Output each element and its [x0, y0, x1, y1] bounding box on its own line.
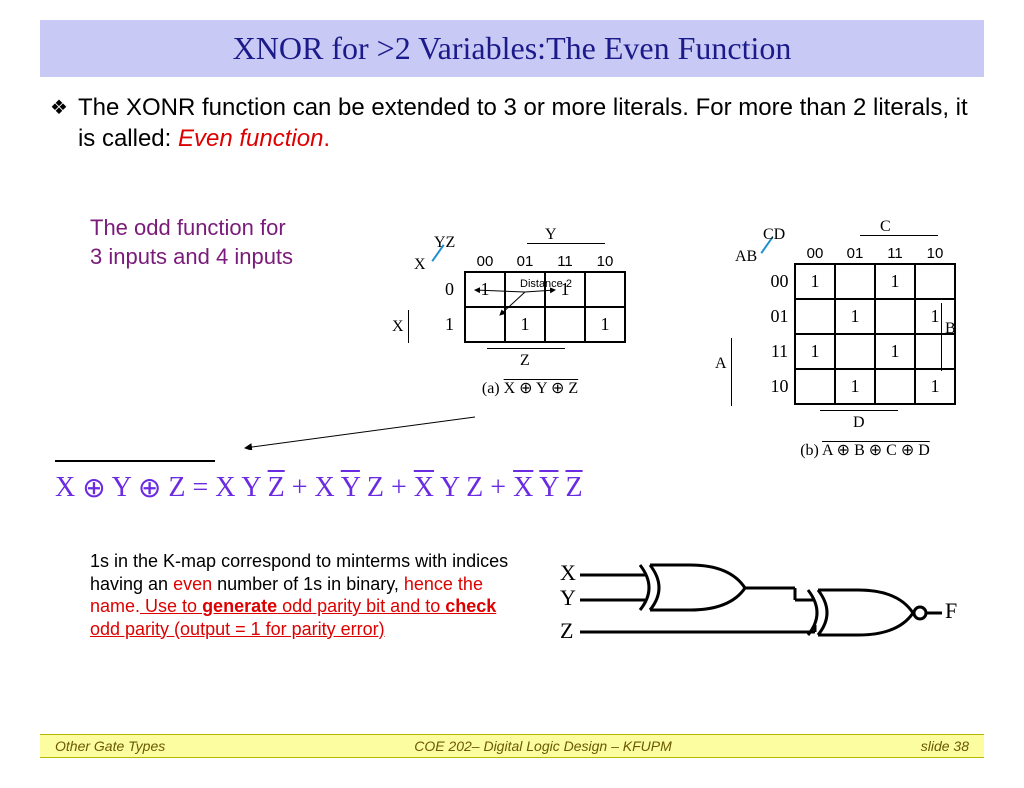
caption-expr: A ⊕ B ⊕ C ⊕ D	[822, 442, 930, 459]
kmap4-cdlabel: CD	[763, 226, 785, 244]
bullet-suffix: .	[323, 125, 330, 152]
txt-parity: parity bit and to	[312, 596, 445, 616]
kmap3-xlabel: X	[414, 256, 426, 274]
kmap3-yzlabel: YZ	[434, 234, 455, 252]
col-hdr: 10	[585, 252, 625, 272]
cell: 1	[795, 264, 835, 299]
cell: 1	[875, 264, 915, 299]
col-hdr: 01	[505, 252, 545, 272]
kmap4-bottomvar: D	[853, 414, 865, 432]
caption-b: (b)	[800, 442, 819, 459]
bullet-item: ❖ The XONR function can be extended to 3…	[50, 92, 974, 154]
col-hdr: 00	[465, 252, 505, 272]
eq-lhs: X ⊕ Y ⊕ Z	[55, 472, 185, 504]
txt-odd: odd	[277, 596, 312, 616]
caption-a: (a)	[482, 380, 500, 397]
eq-t1: X Y Z	[215, 472, 284, 503]
cell	[795, 299, 835, 334]
cell	[915, 264, 955, 299]
cell	[795, 369, 835, 404]
kmap4-topvar: C	[880, 218, 891, 236]
cell	[585, 272, 625, 307]
txt-even: even	[173, 574, 212, 594]
bracket-top	[527, 243, 605, 249]
title-bar: XNOR for >2 Variables:The Even Function	[40, 20, 984, 77]
cell: 1	[795, 334, 835, 369]
eq-equals: =	[192, 472, 215, 503]
footer-bar: Other Gate Types COE 202– Digital Logic …	[40, 734, 984, 758]
equation: X ⊕ Y ⊕ Z = X Y Z + X Y Z + X Y Z + X Y …	[55, 470, 583, 504]
slide-title: XNOR for >2 Variables:The Even Function	[60, 30, 964, 67]
kmap4-leftvar: A	[715, 355, 727, 373]
cell: 1	[835, 369, 875, 404]
row-hdr: 11	[770, 334, 795, 369]
cell	[835, 334, 875, 369]
eq-plus: +	[490, 472, 513, 503]
bracket-right	[941, 303, 942, 371]
eq-t4: X Y Z	[513, 472, 583, 503]
footer-right: slide 38	[921, 738, 969, 754]
kmap3-bottomvar: Z	[520, 352, 530, 370]
cell	[915, 334, 955, 369]
bracket-left	[731, 338, 732, 406]
col-hdr: 10	[915, 244, 955, 264]
eq-t2: X Y Z	[315, 472, 384, 503]
bottom-paragraph: 1s in the K-map correspond to minterms w…	[90, 550, 510, 640]
txt-check: check	[445, 596, 496, 616]
txt-use: Use to	[140, 596, 202, 616]
kmap-3var: X YZ Y X Distance 2 00 01 11 10 0 1 1 1 …	[420, 240, 626, 343]
kmap3-leftvar: X	[392, 318, 404, 336]
row-hdr: 00	[770, 264, 795, 299]
eq-plus: +	[391, 472, 414, 503]
input-x: X	[560, 560, 576, 585]
footer-center: COE 202– Digital Logic Design – KFUPM	[414, 738, 672, 754]
col-hdr: 11	[875, 244, 915, 264]
txt-odd2: odd parity (output = 1 for parity error)	[90, 619, 385, 639]
pointer-arrow	[240, 415, 480, 450]
bracket-left	[408, 310, 409, 343]
cell: 1	[835, 299, 875, 334]
output-f: F	[945, 598, 957, 623]
col-hdr: 01	[835, 244, 875, 264]
circuit-svg: X Y Z F	[550, 560, 970, 690]
bracket-top	[860, 235, 938, 241]
cell	[835, 264, 875, 299]
cell: 1	[585, 307, 625, 342]
kmap3-topvar: Y	[545, 226, 557, 244]
col-hdr: 00	[795, 244, 835, 264]
kmap4-table: 00 01 11 10 0011 0111 1111 1011	[770, 244, 956, 405]
input-y: Y	[560, 585, 576, 610]
distance-arrows	[460, 280, 580, 320]
col-hdr: 11	[545, 252, 585, 272]
txt: number of 1s in binary,	[212, 574, 404, 594]
footer-left: Other Gate Types	[55, 738, 165, 754]
kmap4-rightvar: B	[945, 320, 956, 338]
kmap4-caption: (b) A ⊕ B ⊕ C ⊕ D	[785, 440, 945, 460]
bullet-em: Even function	[178, 125, 323, 152]
input-z: Z	[560, 618, 573, 643]
caption-expr: X ⊕ Y ⊕ Z	[504, 380, 579, 397]
cell: 1	[915, 369, 955, 404]
cell	[875, 299, 915, 334]
kmap-4var: AB CD C A B 00 01 11 10 0011 0111 1111 1…	[745, 230, 956, 405]
cell: 1	[875, 334, 915, 369]
txt-gen: generate	[202, 596, 277, 616]
eq-t3: X Y Z	[414, 472, 483, 503]
equation-overline	[55, 460, 215, 462]
eq-plus: +	[292, 472, 315, 503]
row-hdr: 10	[770, 369, 795, 404]
circuit-diagram: X Y Z F	[550, 560, 970, 695]
bullet-text: The XONR function can be extended to 3 o…	[78, 92, 974, 154]
bullet-icon: ❖	[50, 95, 68, 120]
kmap3-caption: (a) X ⊕ Y ⊕ Z	[465, 378, 595, 398]
row-hdr: 01	[770, 299, 795, 334]
cell	[875, 369, 915, 404]
kmap4-ablabel: AB	[735, 248, 757, 266]
